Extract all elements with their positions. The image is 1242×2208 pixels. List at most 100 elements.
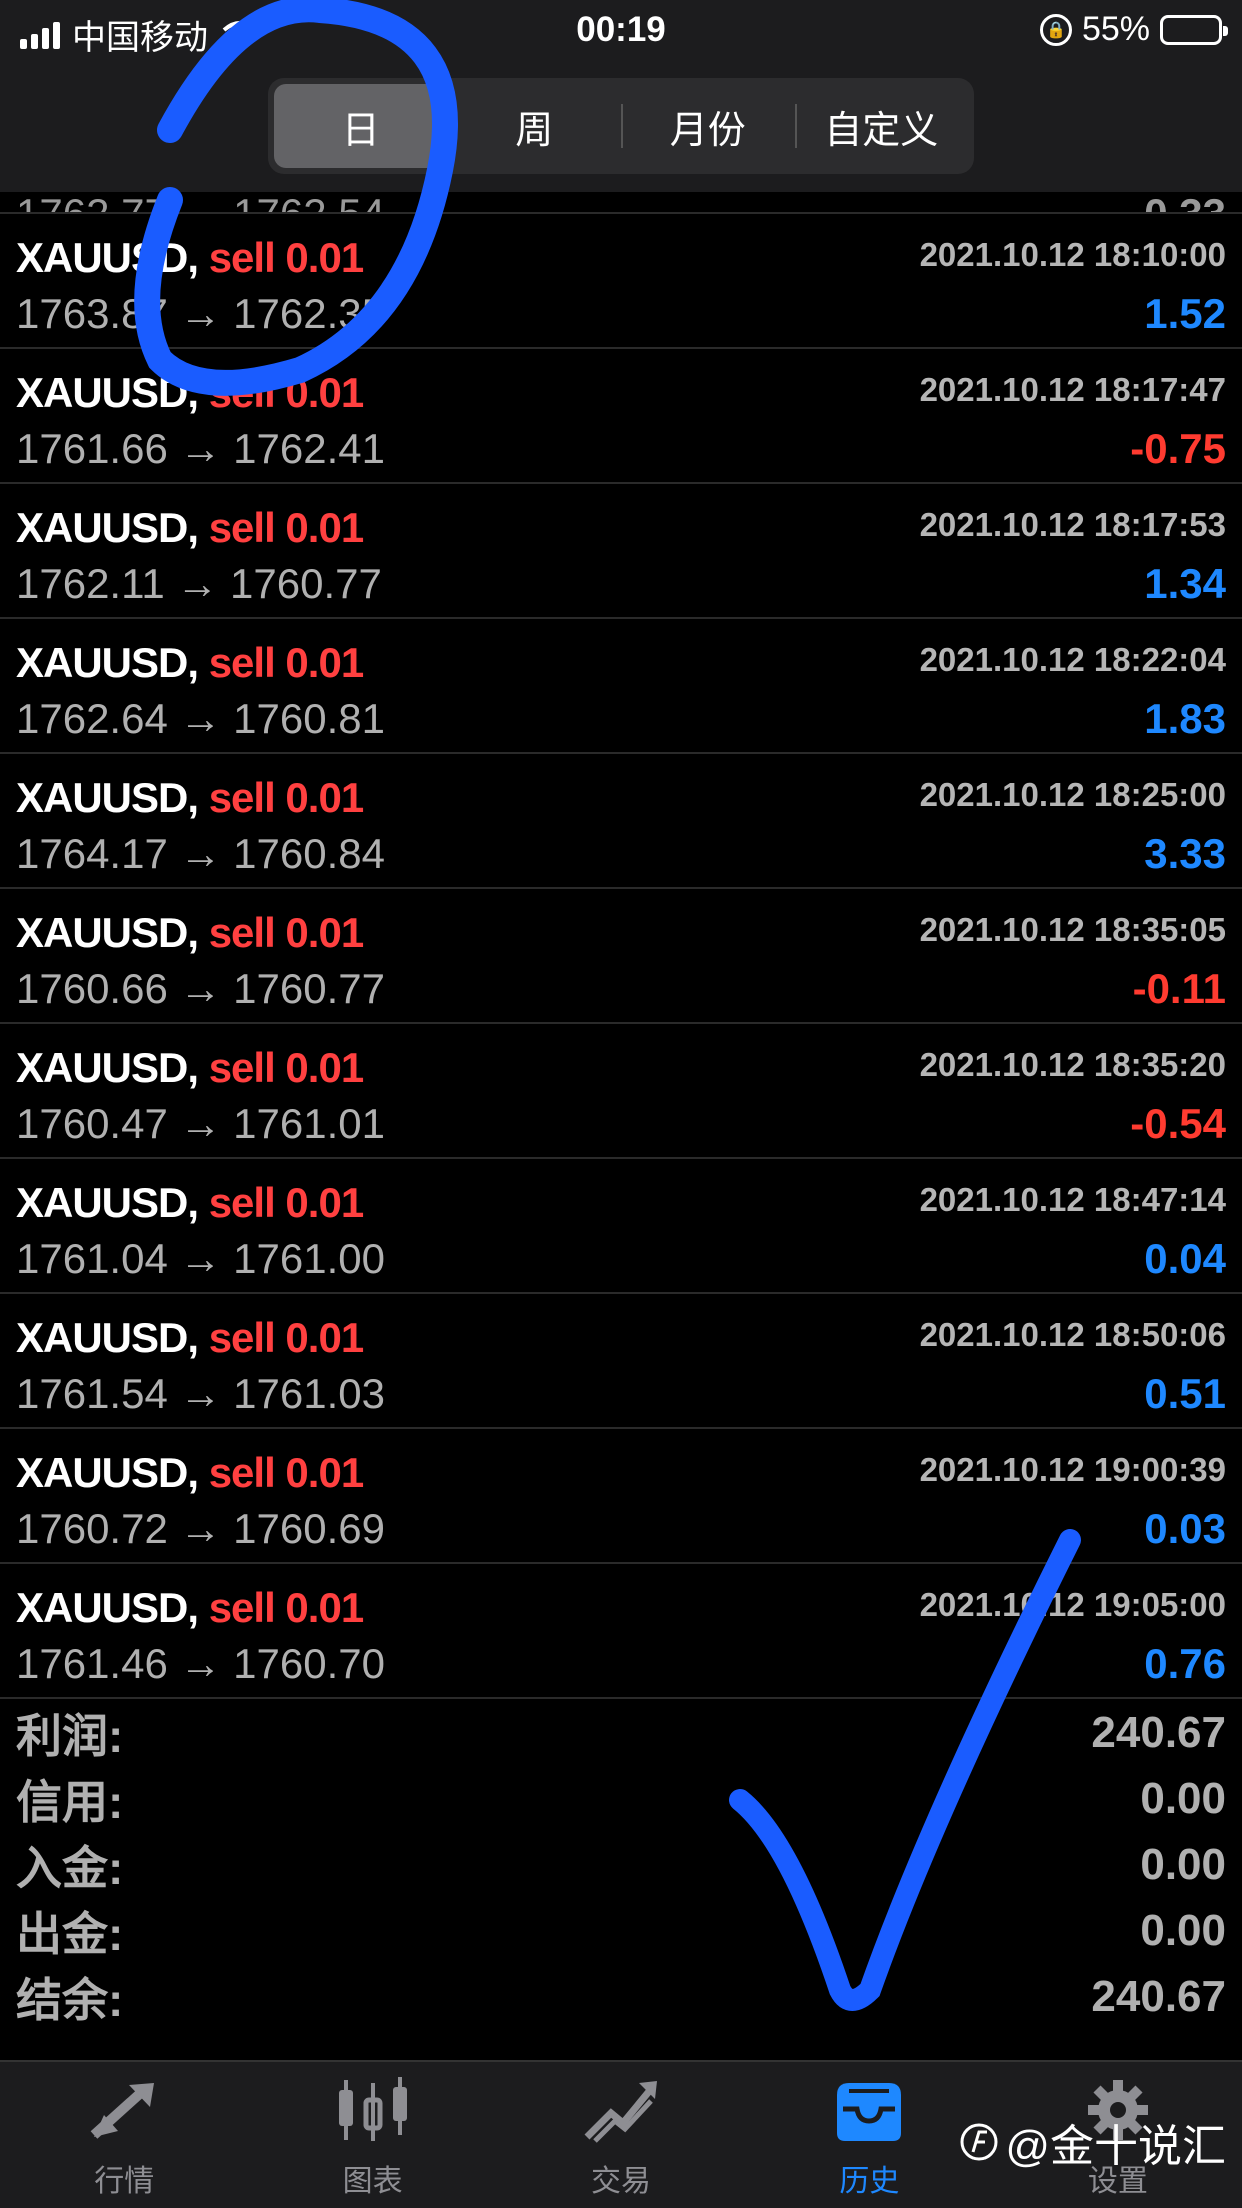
trade-profit: 1.34 bbox=[1144, 560, 1226, 607]
trade-side: sell 0.01 bbox=[208, 369, 364, 416]
trade-row[interactable]: XAUUSD, sell 0.01 2021.10.12 18:17:53 1762… bbox=[0, 484, 1242, 619]
trade-row[interactable]: XAUUSD, sell 0.01 2021.10.12 18:35:05 1760… bbox=[0, 889, 1242, 1024]
list-item-partial[interactable]: 1762.77 → 1762.54 0.33 bbox=[0, 192, 1242, 214]
trade-symbol-line: XAUUSD, sell 0.01 bbox=[16, 1449, 364, 1497]
tab-2[interactable]: 交易 bbox=[497, 2062, 745, 2208]
history-tray-icon bbox=[824, 2070, 914, 2150]
trade-side: sell 0.01 bbox=[208, 234, 364, 281]
trade-profit: 0.04 bbox=[1144, 1235, 1226, 1282]
period-segmented-control: 日周月份 自定义 bbox=[268, 78, 974, 174]
trade-time: 2021.10.12 18:17:47 bbox=[919, 371, 1226, 408]
trade-time: 2021.10.12 18:35:20 bbox=[919, 1046, 1226, 1083]
watermark-logo-icon bbox=[960, 2123, 998, 2161]
partial-prices: 1762.77 → 1762.54 bbox=[16, 192, 385, 212]
trade-symbol: XAUUSD, bbox=[16, 1179, 199, 1226]
header: 中国移动 00:19 🔒 55% 日周月份 自定义 bbox=[0, 0, 1242, 192]
tab-label: 交易 bbox=[591, 2165, 652, 2198]
summary-row: 入金: 0.00 bbox=[0, 1832, 1242, 1898]
trade-row[interactable]: XAUUSD, sell 0.01 2021.10.12 19:00:39 1760… bbox=[0, 1429, 1242, 1564]
summary-value: 240.67 bbox=[1091, 1972, 1226, 2021]
trade-side: sell 0.01 bbox=[208, 1449, 364, 1496]
history-list[interactable]: 1762.77 → 1762.54 0.33 XAUUSD, sell 0.01… bbox=[0, 192, 1242, 1700]
trade-side: sell 0.01 bbox=[208, 1179, 364, 1226]
segment-1[interactable]: 周 bbox=[448, 84, 622, 168]
trade-prices: 1760.72 → 1760.69 bbox=[16, 1505, 385, 1552]
trade-symbol-line: XAUUSD, sell 0.01 bbox=[16, 504, 364, 552]
trade-row[interactable]: XAUUSD, sell 0.01 2021.10.12 18:10:00 1763… bbox=[0, 214, 1242, 349]
trade-profit: 0.51 bbox=[1144, 1370, 1226, 1417]
status-right: 🔒 55% bbox=[1039, 10, 1228, 49]
trade-side: sell 0.01 bbox=[208, 1584, 364, 1631]
trade-prices: 1763.87 → 1762.35 bbox=[16, 290, 385, 337]
trade-profit: 3.33 bbox=[1144, 830, 1226, 877]
trade-time: 2021.10.12 18:25:00 bbox=[919, 776, 1226, 813]
trade-symbol-line: XAUUSD, sell 0.01 bbox=[16, 1179, 364, 1227]
tab-label: 历史 bbox=[839, 2165, 900, 2198]
trade-time: 2021.10.12 18:17:53 bbox=[919, 506, 1226, 543]
tab-3[interactable]: 历史 bbox=[745, 2062, 993, 2208]
trade-row[interactable]: XAUUSD, sell 0.01 2021.10.12 18:50:06 1761… bbox=[0, 1294, 1242, 1429]
trade-row[interactable]: XAUUSD, sell 0.01 2021.10.12 18:17:47 1761… bbox=[0, 349, 1242, 484]
rotation-lock-icon: 🔒 bbox=[1039, 13, 1072, 46]
trade-side: sell 0.01 bbox=[208, 504, 364, 551]
summary-label: 入金: bbox=[16, 1842, 124, 1894]
candlestick-chart-icon bbox=[328, 2070, 418, 2150]
summary-row: 信用: 0.00 bbox=[0, 1766, 1242, 1832]
trade-trend-icon bbox=[576, 2070, 666, 2150]
trade-prices: 1762.11 → 1760.77 bbox=[16, 560, 382, 607]
battery-percent: 55% bbox=[1081, 10, 1150, 48]
watermark: @金十说汇 bbox=[959, 2110, 1226, 2174]
carrier: 中国移动 bbox=[20, 10, 260, 59]
trade-time: 2021.10.12 18:50:06 bbox=[919, 1316, 1226, 1353]
trade-symbol-line: XAUUSD, sell 0.01 bbox=[16, 909, 364, 957]
trade-symbol: XAUUSD, bbox=[16, 1044, 199, 1091]
segment-2[interactable]: 月份 bbox=[621, 84, 795, 168]
trade-time: 2021.10.12 18:10:00 bbox=[919, 236, 1226, 273]
summary-value: 0.00 bbox=[1140, 1840, 1226, 1889]
summary-row: 利润: 240.67 bbox=[0, 1700, 1242, 1766]
trade-prices: 1761.46 → 1760.70 bbox=[16, 1640, 385, 1687]
trade-row[interactable]: XAUUSD, sell 0.01 2021.10.12 18:47:14 1761… bbox=[0, 1159, 1242, 1294]
trade-symbol-line: XAUUSD, sell 0.01 bbox=[16, 369, 364, 417]
summary-label: 信用: bbox=[16, 1776, 124, 1828]
trade-side: sell 0.01 bbox=[208, 1314, 364, 1361]
trade-row[interactable]: XAUUSD, sell 0.01 2021.10.12 18:35:20 1760… bbox=[0, 1024, 1242, 1159]
summary-value: 0.00 bbox=[1140, 1906, 1226, 1955]
trade-prices: 1761.04 → 1761.00 bbox=[16, 1235, 385, 1282]
trade-row[interactable]: XAUUSD, sell 0.01 2021.10.12 19:05:00 1761… bbox=[0, 1564, 1242, 1699]
summary: 利润: 240.67 信用: 0.00 入金: 0.00 出金: 0.00 结余: 240.67 bbox=[0, 1700, 1242, 2060]
trade-prices: 1764.17 → 1760.84 bbox=[16, 830, 385, 877]
trade-prices: 1761.66 → 1762.41 bbox=[16, 425, 385, 472]
trade-profit: 0.03 bbox=[1144, 1505, 1226, 1552]
trade-row[interactable]: XAUUSD, sell 0.01 2021.10.12 18:25:00 1764… bbox=[0, 754, 1242, 889]
signal-icon bbox=[20, 21, 60, 49]
trade-symbol: XAUUSD, bbox=[16, 1314, 199, 1361]
tab-label: 行情 bbox=[94, 2165, 155, 2198]
trade-side: sell 0.01 bbox=[208, 1044, 364, 1091]
summary-value: 0.00 bbox=[1140, 1774, 1226, 1823]
carrier-name: 中国移动 bbox=[72, 19, 208, 57]
trade-row[interactable]: XAUUSD, sell 0.01 2021.10.12 18:22:04 1762… bbox=[0, 619, 1242, 754]
trade-symbol-line: XAUUSD, sell 0.01 bbox=[16, 639, 364, 687]
tab-label: 图表 bbox=[342, 2165, 403, 2198]
trade-symbol-line: XAUUSD, sell 0.01 bbox=[16, 234, 364, 282]
trade-prices: 1760.66 → 1760.77 bbox=[16, 965, 385, 1012]
partial-profit: 0.33 bbox=[1144, 192, 1226, 212]
trade-profit: -0.54 bbox=[1130, 1100, 1226, 1147]
trade-side: sell 0.01 bbox=[208, 774, 364, 821]
trade-symbol: XAUUSD, bbox=[16, 1584, 199, 1631]
trade-symbol-line: XAUUSD, sell 0.01 bbox=[16, 1044, 364, 1092]
trade-symbol: XAUUSD, bbox=[16, 504, 199, 551]
trade-time: 2021.10.12 18:35:05 bbox=[919, 911, 1226, 948]
wifi-icon bbox=[222, 20, 258, 48]
tab-1[interactable]: 图表 bbox=[248, 2062, 496, 2208]
summary-label: 出金: bbox=[16, 1908, 124, 1960]
segment-0[interactable]: 日 bbox=[274, 84, 448, 168]
tab-0[interactable]: 行情 bbox=[0, 2062, 248, 2208]
segment-3[interactable]: 自定义 bbox=[794, 84, 969, 168]
trade-profit: -0.75 bbox=[1130, 425, 1226, 472]
trade-profit: 0.76 bbox=[1144, 1640, 1226, 1687]
trade-prices: 1760.47 → 1761.01 bbox=[16, 1100, 385, 1147]
trade-side: sell 0.01 bbox=[208, 639, 364, 686]
summary-row: 结余: 240.67 bbox=[0, 1964, 1242, 2030]
